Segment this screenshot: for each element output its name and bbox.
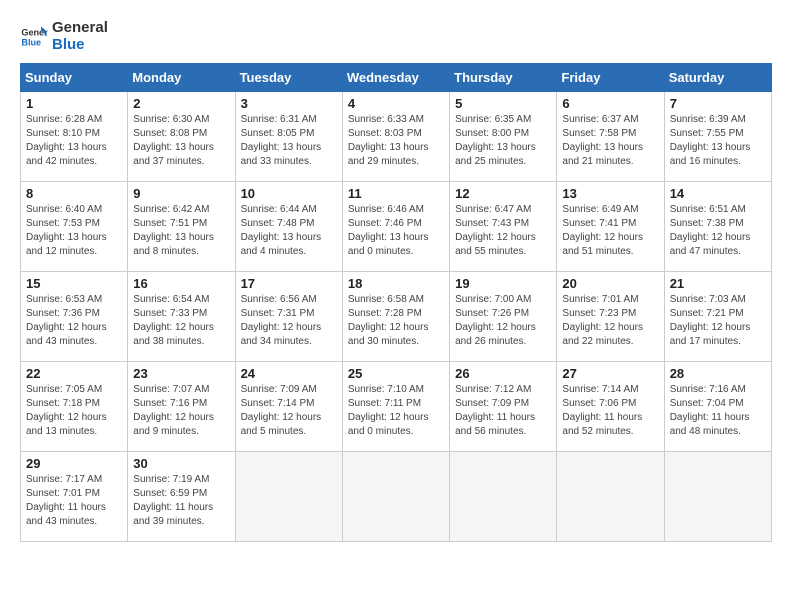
calendar-day-20: 20Sunrise: 7:01 AMSunset: 7:23 PMDayligh… [557, 272, 664, 362]
svg-text:Blue: Blue [21, 37, 41, 47]
calendar-day-1: 1Sunrise: 6:28 AMSunset: 8:10 PMDaylight… [21, 92, 128, 182]
calendar-day-26: 26Sunrise: 7:12 AMSunset: 7:09 PMDayligh… [450, 362, 557, 452]
weekday-header-thursday: Thursday [450, 64, 557, 92]
logo-text-blue: Blue [52, 37, 108, 54]
calendar-day-empty [342, 452, 449, 542]
calendar-day-16: 16Sunrise: 6:54 AMSunset: 7:33 PMDayligh… [128, 272, 235, 362]
weekday-header-wednesday: Wednesday [342, 64, 449, 92]
calendar-day-5: 5Sunrise: 6:35 AMSunset: 8:00 PMDaylight… [450, 92, 557, 182]
calendar-day-21: 21Sunrise: 7:03 AMSunset: 7:21 PMDayligh… [664, 272, 771, 362]
logo-text-general: General [52, 20, 108, 37]
calendar-day-6: 6Sunrise: 6:37 AMSunset: 7:58 PMDaylight… [557, 92, 664, 182]
weekday-header-friday: Friday [557, 64, 664, 92]
calendar-day-15: 15Sunrise: 6:53 AMSunset: 7:36 PMDayligh… [21, 272, 128, 362]
calendar-day-18: 18Sunrise: 6:58 AMSunset: 7:28 PMDayligh… [342, 272, 449, 362]
calendar-day-9: 9Sunrise: 6:42 AMSunset: 7:51 PMDaylight… [128, 182, 235, 272]
calendar-day-24: 24Sunrise: 7:09 AMSunset: 7:14 PMDayligh… [235, 362, 342, 452]
calendar-day-12: 12Sunrise: 6:47 AMSunset: 7:43 PMDayligh… [450, 182, 557, 272]
calendar-table: SundayMondayTuesdayWednesdayThursdayFrid… [20, 63, 772, 542]
calendar-day-25: 25Sunrise: 7:10 AMSunset: 7:11 PMDayligh… [342, 362, 449, 452]
page-header: General Blue General Blue [20, 20, 772, 53]
calendar-day-30: 30Sunrise: 7:19 AMSunset: 6:59 PMDayligh… [128, 452, 235, 542]
calendar-day-empty [450, 452, 557, 542]
logo: General Blue General Blue [20, 20, 108, 53]
calendar-day-14: 14Sunrise: 6:51 AMSunset: 7:38 PMDayligh… [664, 182, 771, 272]
calendar-day-empty [664, 452, 771, 542]
calendar-day-3: 3Sunrise: 6:31 AMSunset: 8:05 PMDaylight… [235, 92, 342, 182]
weekday-header-monday: Monday [128, 64, 235, 92]
calendar-day-empty [557, 452, 664, 542]
calendar-day-empty [235, 452, 342, 542]
calendar-day-22: 22Sunrise: 7:05 AMSunset: 7:18 PMDayligh… [21, 362, 128, 452]
logo-icon: General Blue [20, 23, 48, 51]
calendar-day-19: 19Sunrise: 7:00 AMSunset: 7:26 PMDayligh… [450, 272, 557, 362]
weekday-header-sunday: Sunday [21, 64, 128, 92]
calendar-day-10: 10Sunrise: 6:44 AMSunset: 7:48 PMDayligh… [235, 182, 342, 272]
calendar-day-7: 7Sunrise: 6:39 AMSunset: 7:55 PMDaylight… [664, 92, 771, 182]
calendar-day-23: 23Sunrise: 7:07 AMSunset: 7:16 PMDayligh… [128, 362, 235, 452]
calendar-day-17: 17Sunrise: 6:56 AMSunset: 7:31 PMDayligh… [235, 272, 342, 362]
calendar-day-27: 27Sunrise: 7:14 AMSunset: 7:06 PMDayligh… [557, 362, 664, 452]
calendar-day-11: 11Sunrise: 6:46 AMSunset: 7:46 PMDayligh… [342, 182, 449, 272]
calendar-day-2: 2Sunrise: 6:30 AMSunset: 8:08 PMDaylight… [128, 92, 235, 182]
calendar-day-8: 8Sunrise: 6:40 AMSunset: 7:53 PMDaylight… [21, 182, 128, 272]
weekday-header-tuesday: Tuesday [235, 64, 342, 92]
calendar-day-28: 28Sunrise: 7:16 AMSunset: 7:04 PMDayligh… [664, 362, 771, 452]
weekday-header-saturday: Saturday [664, 64, 771, 92]
calendar-day-4: 4Sunrise: 6:33 AMSunset: 8:03 PMDaylight… [342, 92, 449, 182]
calendar-day-13: 13Sunrise: 6:49 AMSunset: 7:41 PMDayligh… [557, 182, 664, 272]
calendar-day-29: 29Sunrise: 7:17 AMSunset: 7:01 PMDayligh… [21, 452, 128, 542]
